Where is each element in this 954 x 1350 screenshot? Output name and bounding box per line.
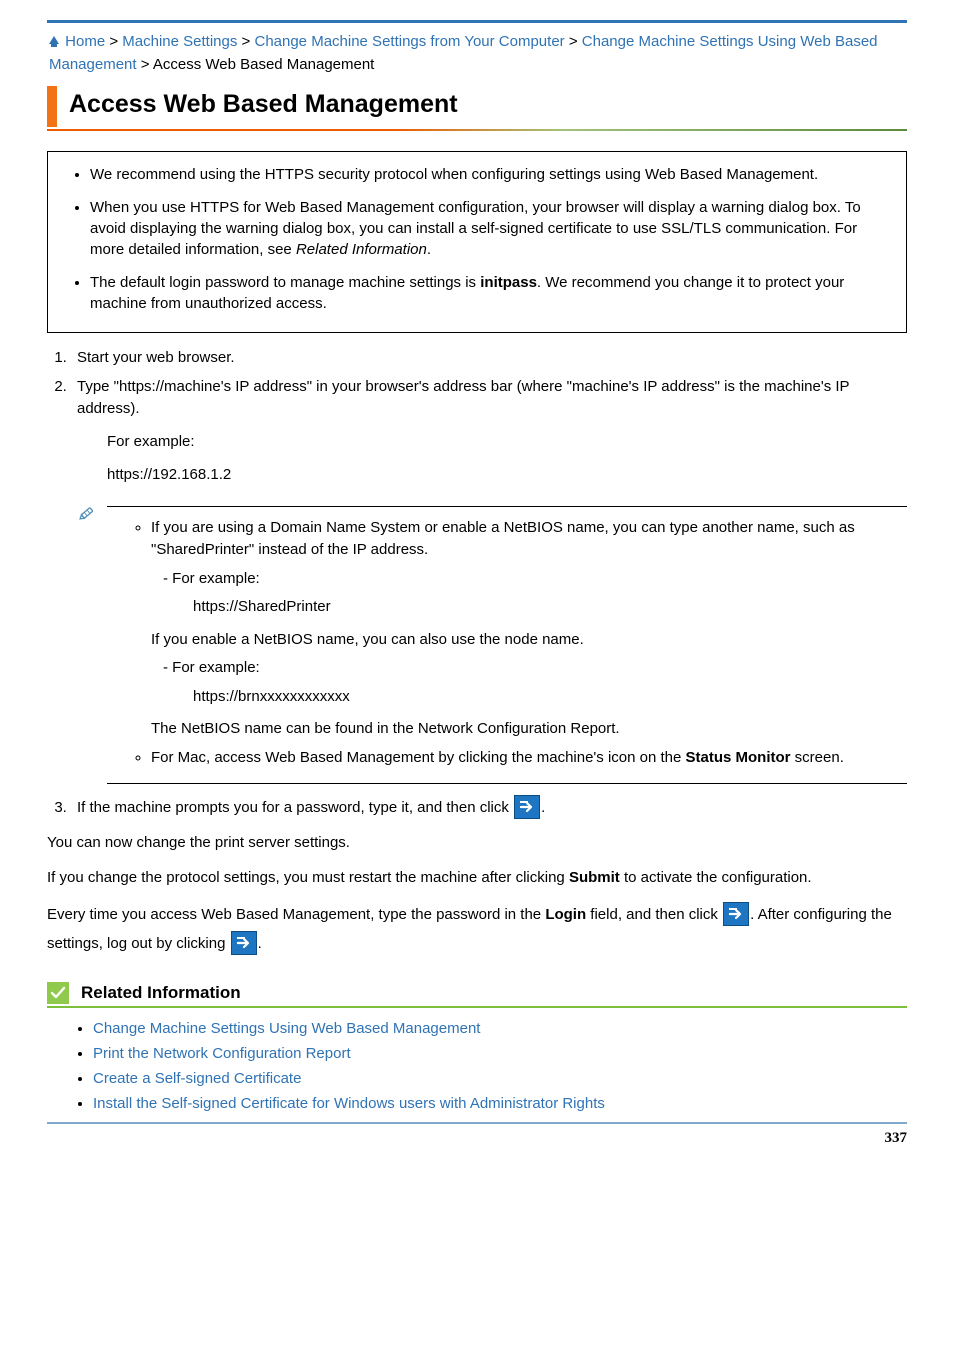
bc-current: Access Web Based Management	[153, 56, 375, 73]
note-box: If you are using a Domain Name System or…	[107, 506, 907, 785]
step-2-example: https://192.168.1.2	[107, 462, 907, 488]
page-number: 337	[47, 1130, 907, 1147]
pencil-icon	[77, 503, 99, 525]
arrow-right-icon	[514, 795, 540, 819]
headline-accent	[47, 86, 57, 127]
tip-4-b: screen.	[791, 749, 844, 766]
step-3-a: If the machine prompts you for a passwor…	[77, 799, 513, 816]
tip-4-strong: Status Monitor	[686, 749, 791, 766]
bc-home[interactable]: Home	[65, 33, 105, 50]
step-2-text: Type "https://machine's IP address" in y…	[77, 378, 849, 418]
related-link-2[interactable]: Print the Network Configuration Report	[93, 1045, 351, 1062]
step-3: If the machine prompts you for a passwor…	[71, 796, 907, 820]
tip-4: For Mac, access Web Based Management by …	[151, 747, 903, 770]
body-p3-d: .	[258, 935, 262, 952]
breadcrumb: Home > Machine Settings > Change Machine…	[47, 31, 907, 76]
info-item-3-a: The default login password to manage mac…	[90, 274, 480, 291]
related-list: Change Machine Settings Using Web Based …	[75, 1020, 907, 1112]
arrow-right-icon	[231, 931, 257, 955]
bc-sep: >	[109, 33, 118, 50]
bc-sep: >	[141, 56, 150, 73]
step-1: Start your web browser.	[71, 347, 907, 370]
related-item: Create a Self-signed Certificate	[93, 1070, 907, 1087]
related-link-4[interactable]: Install the Self-signed Certificate for …	[93, 1095, 605, 1112]
body-p2-a: If you change the protocol settings, you…	[47, 869, 569, 886]
step-3-b: .	[541, 799, 545, 816]
body-p3-b: field, and then click	[586, 906, 722, 923]
check-icon	[47, 982, 69, 1004]
info-item-1: We recommend using the HTTPS security pr…	[90, 164, 884, 185]
tip-1-eg: https://SharedPrinter	[193, 596, 903, 619]
bc-sep: >	[242, 33, 251, 50]
bc-l2[interactable]: Change Machine Settings from Your Comput…	[254, 33, 564, 50]
info-item-2: When you use HTTPS for Web Based Managem…	[90, 197, 884, 260]
tip-1: If you are using a Domain Name System or…	[151, 517, 903, 741]
info-item-2-em: Related Information	[296, 241, 427, 258]
tip-1-text: If you are using a Domain Name System or…	[151, 519, 855, 559]
body-p3: Every time you access Web Based Manageme…	[47, 901, 907, 958]
body-p3-strong: Login	[545, 906, 586, 923]
body-p1: You can now change the print server sett…	[47, 832, 907, 855]
info-item-3-strong: initpass	[480, 274, 537, 291]
steps-list: Start your web browser. Type "https://ma…	[47, 347, 907, 820]
info-box: We recommend using the HTTPS security pr…	[47, 151, 907, 333]
top-rule	[47, 20, 907, 23]
related-item: Install the Self-signed Certificate for …	[93, 1095, 907, 1112]
related-link-3[interactable]: Create a Self-signed Certificate	[93, 1070, 301, 1087]
home-icon	[49, 36, 59, 44]
related-title: Related Information	[81, 983, 241, 1003]
tip-1-eg-label: For example:	[177, 568, 903, 591]
step-2: Type "https://machine's IP address" in y…	[71, 376, 907, 785]
related-item: Print the Network Configuration Report	[93, 1045, 907, 1062]
related-item: Change Machine Settings Using Web Based …	[93, 1020, 907, 1037]
tip-2-eg-label: For example:	[177, 657, 903, 680]
tip-2-eg: https://brnxxxxxxxxxxxx	[193, 686, 903, 709]
info-item-2-b: .	[427, 241, 431, 258]
tip-4-a: For Mac, access Web Based Management by …	[151, 749, 686, 766]
body-p2: If you change the protocol settings, you…	[47, 867, 907, 890]
tip-3: The NetBIOS name can be found in the Net…	[151, 718, 903, 741]
body-p2-strong: Submit	[569, 869, 620, 886]
bc-sep: >	[569, 33, 578, 50]
bc-l1[interactable]: Machine Settings	[122, 33, 237, 50]
related-link-1[interactable]: Change Machine Settings Using Web Based …	[93, 1020, 480, 1037]
info-item-3: The default login password to manage mac…	[90, 272, 884, 314]
body-p2-b: to activate the configuration.	[620, 869, 812, 886]
bottom-rule	[47, 1122, 907, 1124]
page-title: Access Web Based Management	[47, 86, 907, 131]
body-p3-a: Every time you access Web Based Manageme…	[47, 906, 545, 923]
info-item-2-a: When you use HTTPS for Web Based Managem…	[90, 199, 861, 258]
related-information-heading: Related Information	[47, 982, 907, 1008]
headline-text: Access Web Based Management	[69, 86, 458, 127]
step-2-example-label: For example:	[107, 429, 907, 455]
tip-2: If you enable a NetBIOS name, you can al…	[151, 629, 903, 652]
arrow-right-icon	[723, 902, 749, 926]
